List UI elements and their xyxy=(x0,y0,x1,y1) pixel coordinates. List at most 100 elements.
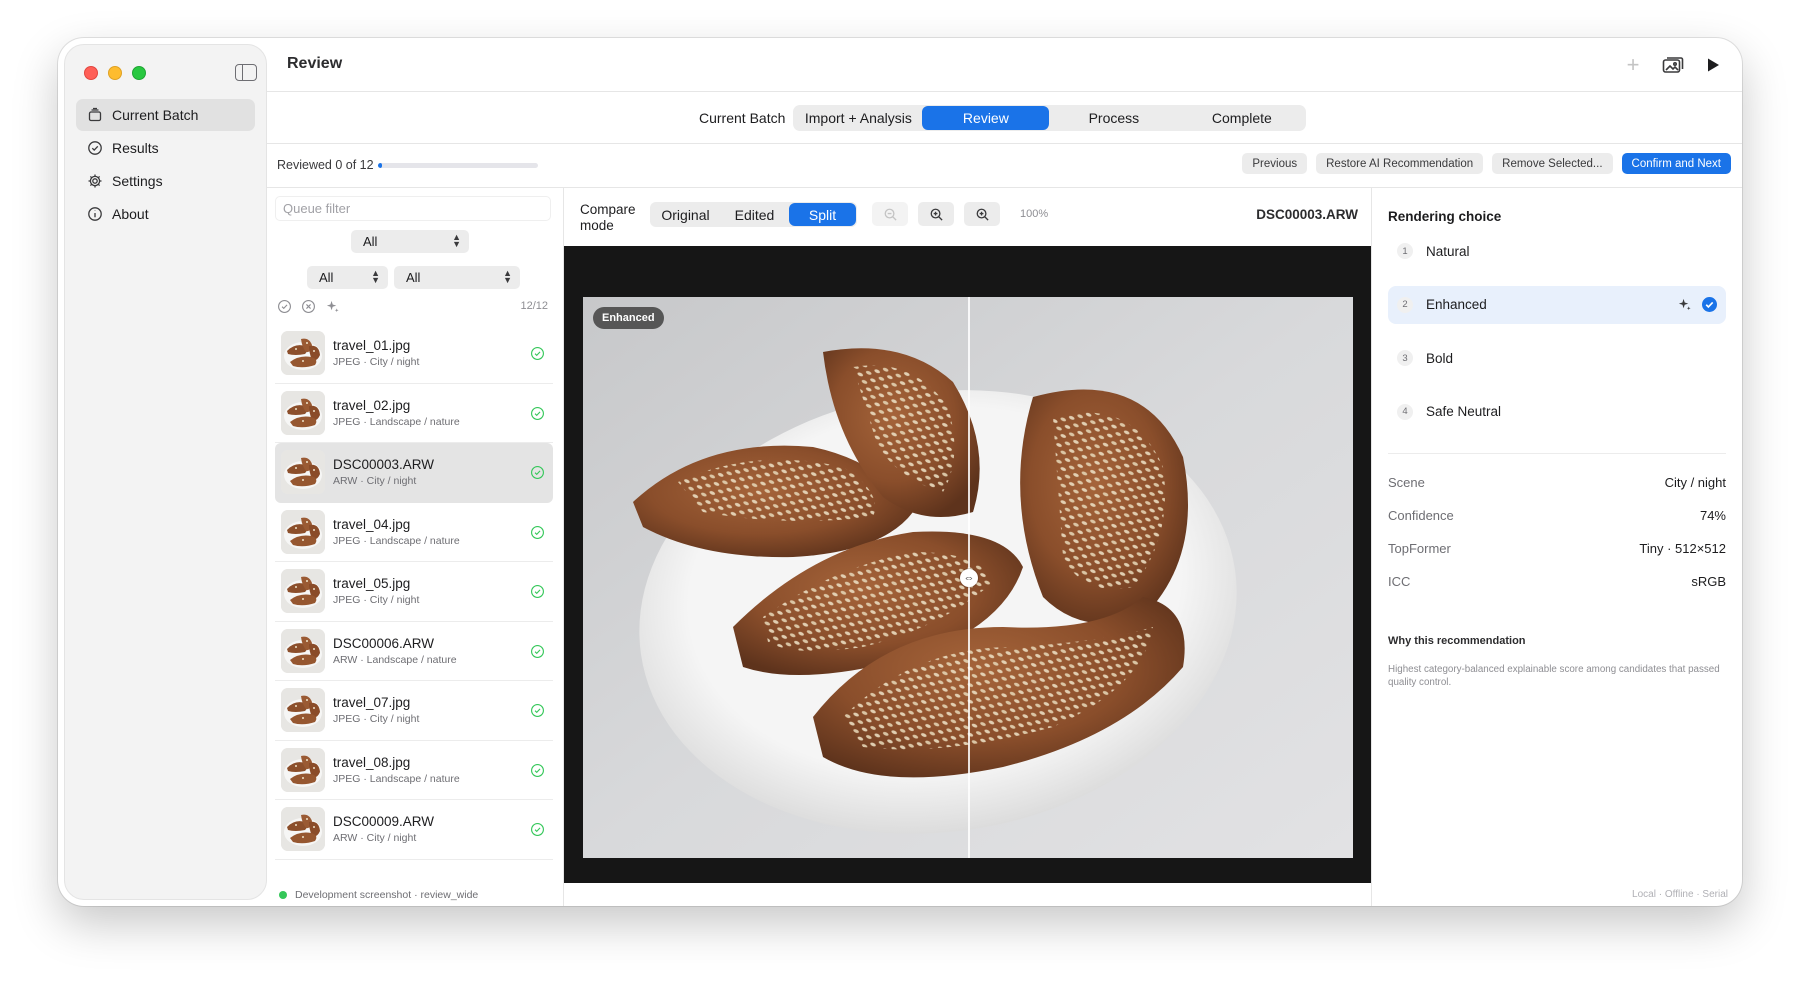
zoom-fit-button[interactable] xyxy=(964,202,1000,226)
checkmark-circle-icon xyxy=(87,140,103,156)
restore-ai-button[interactable]: Restore AI Recommendation xyxy=(1316,153,1484,174)
queue-item-scene: Landscape / nature xyxy=(366,653,457,666)
option-label: Safe Neutral xyxy=(1426,404,1502,419)
sidebar-item-settings[interactable]: Settings xyxy=(76,165,255,197)
queue-item-format: JPEG xyxy=(333,594,361,607)
filter-select-status[interactable]: All ▲ ▼ xyxy=(351,230,469,253)
chevron-updown-icon: ▲ ▼ xyxy=(371,268,380,285)
queue-item[interactable]: travel_05.jpg JPEG · City / night xyxy=(275,562,553,622)
queue-item[interactable]: DSC00006.ARW ARW · Landscape / nature xyxy=(275,622,553,681)
compare-mode-original[interactable]: Original xyxy=(651,203,720,226)
close-window-button[interactable] xyxy=(84,66,98,80)
sidebar-item-current-batch[interactable]: Current Batch xyxy=(76,99,255,131)
compare-mode-split[interactable]: Split xyxy=(789,203,856,226)
zoom-out-icon xyxy=(884,208,897,221)
queue-item[interactable]: DSC00003.ARW ARW · City / night xyxy=(275,443,553,503)
queue-item-meta: ARW · City / night xyxy=(333,832,434,844)
queue-item-scene: City / night xyxy=(369,356,420,369)
page-title: Review xyxy=(287,55,343,72)
workflow-steps: Current Batch Import + Analysis Review P… xyxy=(699,105,1307,131)
queue-item-scene: City / night xyxy=(366,832,417,845)
play-icon[interactable] xyxy=(1700,52,1726,78)
plus-icon[interactable]: + xyxy=(1620,52,1646,78)
sidebar: Current Batch Results Settings About xyxy=(64,44,267,900)
option-number: 2 xyxy=(1397,296,1413,313)
sidebar-item-about[interactable]: About xyxy=(76,198,255,230)
filter-select-format[interactable]: All ▲ ▼ xyxy=(307,266,388,289)
rendering-option[interactable]: 1 Natural xyxy=(1388,232,1726,270)
queue-filter-input[interactable]: Queue filter xyxy=(275,196,551,221)
sidebar-item-results[interactable]: Results xyxy=(76,132,255,164)
queue-item[interactable]: travel_01.jpg JPEG · City / night xyxy=(275,324,553,384)
detail-row: ICC sRGB xyxy=(1388,565,1726,598)
image-viewer[interactable]: Enhanced ⇔ xyxy=(564,246,1371,883)
toolbar: + xyxy=(1620,52,1726,78)
queue-item-scene: City / night xyxy=(366,475,417,488)
queue-item[interactable]: travel_08.jpg JPEG · Landscape / nature xyxy=(275,741,553,800)
queue-item[interactable]: travel_04.jpg JPEG · Landscape / nature xyxy=(275,503,553,562)
rendering-choice-title: Rendering choice xyxy=(1388,209,1502,224)
status-check-icon xyxy=(530,644,545,659)
queue-item-format: JPEG xyxy=(333,772,361,785)
filter-confirmed-icon[interactable] xyxy=(277,299,292,314)
rendering-panel: Rendering choice 1 Natural 2 Enhanced 3 Bold 4… xyxy=(1371,188,1742,906)
confirm-next-button[interactable]: Confirm and Next xyxy=(1621,153,1731,174)
status-mode: Local · Offline · Serial xyxy=(1632,889,1728,900)
queue-item-meta: JPEG · City / night xyxy=(333,356,419,368)
rendering-option[interactable]: 3 Bold xyxy=(1388,339,1726,377)
status-check-icon xyxy=(530,346,545,361)
why-title: Why this recommendation xyxy=(1388,635,1526,647)
remove-selected-button[interactable]: Remove Selected... xyxy=(1492,153,1613,174)
sidebar-toggle-icon[interactable] xyxy=(235,64,257,81)
queue-item-scene: City / night xyxy=(369,713,420,726)
split-handle-icon[interactable]: ⇔ xyxy=(960,569,978,587)
queue-item-name: DSC00009.ARW xyxy=(333,814,435,830)
queue-count: 12/12 xyxy=(520,300,548,312)
compare-mode-edited[interactable]: Edited xyxy=(720,203,789,226)
previous-button[interactable]: Previous xyxy=(1242,153,1308,174)
zoom-window-button[interactable] xyxy=(132,66,146,80)
zoom-out-button[interactable] xyxy=(872,202,908,226)
status-check-icon xyxy=(530,584,545,599)
queue-list: travel_01.jpg JPEG · City / night travel_0… xyxy=(275,324,553,874)
review-status: Reviewed 0 of 12 xyxy=(277,158,374,172)
app-window: Current Batch Results Settings About Rev… xyxy=(58,38,1742,906)
step-process[interactable]: Process xyxy=(1049,106,1178,130)
info-icon xyxy=(87,206,103,222)
thumbnail xyxy=(281,450,325,495)
filter-ai-sparkle-icon[interactable] xyxy=(325,299,340,314)
rendering-option[interactable]: 2 Enhanced xyxy=(1388,285,1726,324)
compare-toolbar: Compare mode Original Edited Split 100% … xyxy=(564,188,1370,245)
detail-value: Tiny · 512×512 xyxy=(1639,541,1726,556)
title-bar: Review + xyxy=(267,38,1742,92)
step-import-analysis[interactable]: Import + Analysis xyxy=(794,106,922,130)
zoom-in-button[interactable] xyxy=(918,202,954,226)
detail-key: Scene xyxy=(1388,475,1425,490)
steps-segmented-control: Import + Analysis Review Process Complet… xyxy=(793,105,1307,131)
compare-panel: Compare mode Original Edited Split 100% … xyxy=(563,188,1371,906)
photos-icon[interactable] xyxy=(1660,52,1686,78)
filter-select-scene[interactable]: All ▲ ▼ xyxy=(394,266,520,289)
minimize-window-button[interactable] xyxy=(108,66,122,80)
detail-row: Confidence 74% xyxy=(1388,499,1726,532)
queue-item[interactable]: travel_02.jpg JPEG · Landscape / nature xyxy=(275,384,553,443)
chevron-updown-icon: ▲ ▼ xyxy=(452,232,461,249)
queue-item-meta: JPEG · City / night xyxy=(333,713,419,725)
ai-sparkle-icon xyxy=(1677,297,1692,312)
queue-item[interactable]: travel_07.jpg JPEG · City / night xyxy=(275,681,553,741)
rendering-options: 1 Natural 2 Enhanced 3 Bold 4 Safe Neutral xyxy=(1388,232,1726,446)
thumbnail xyxy=(281,390,325,435)
thumbnail xyxy=(281,569,325,614)
queue-item-meta: JPEG · City / night xyxy=(333,594,419,606)
filter-rejected-icon[interactable] xyxy=(301,299,316,314)
queue-item-text: DSC00003.ARW ARW · City / night xyxy=(333,457,434,487)
step-review[interactable]: Review xyxy=(922,106,1050,130)
detail-key: Confidence xyxy=(1388,508,1454,523)
progress-fill xyxy=(378,163,382,168)
thumbnail-image xyxy=(281,807,325,852)
rendering-option[interactable]: 4 Safe Neutral xyxy=(1388,393,1726,431)
meta-separator: · xyxy=(360,534,370,547)
queue-item[interactable]: DSC00009.ARW ARW · City / night xyxy=(275,800,553,860)
step-complete[interactable]: Complete xyxy=(1178,106,1305,130)
queue-item-name: travel_08.jpg xyxy=(333,754,411,770)
